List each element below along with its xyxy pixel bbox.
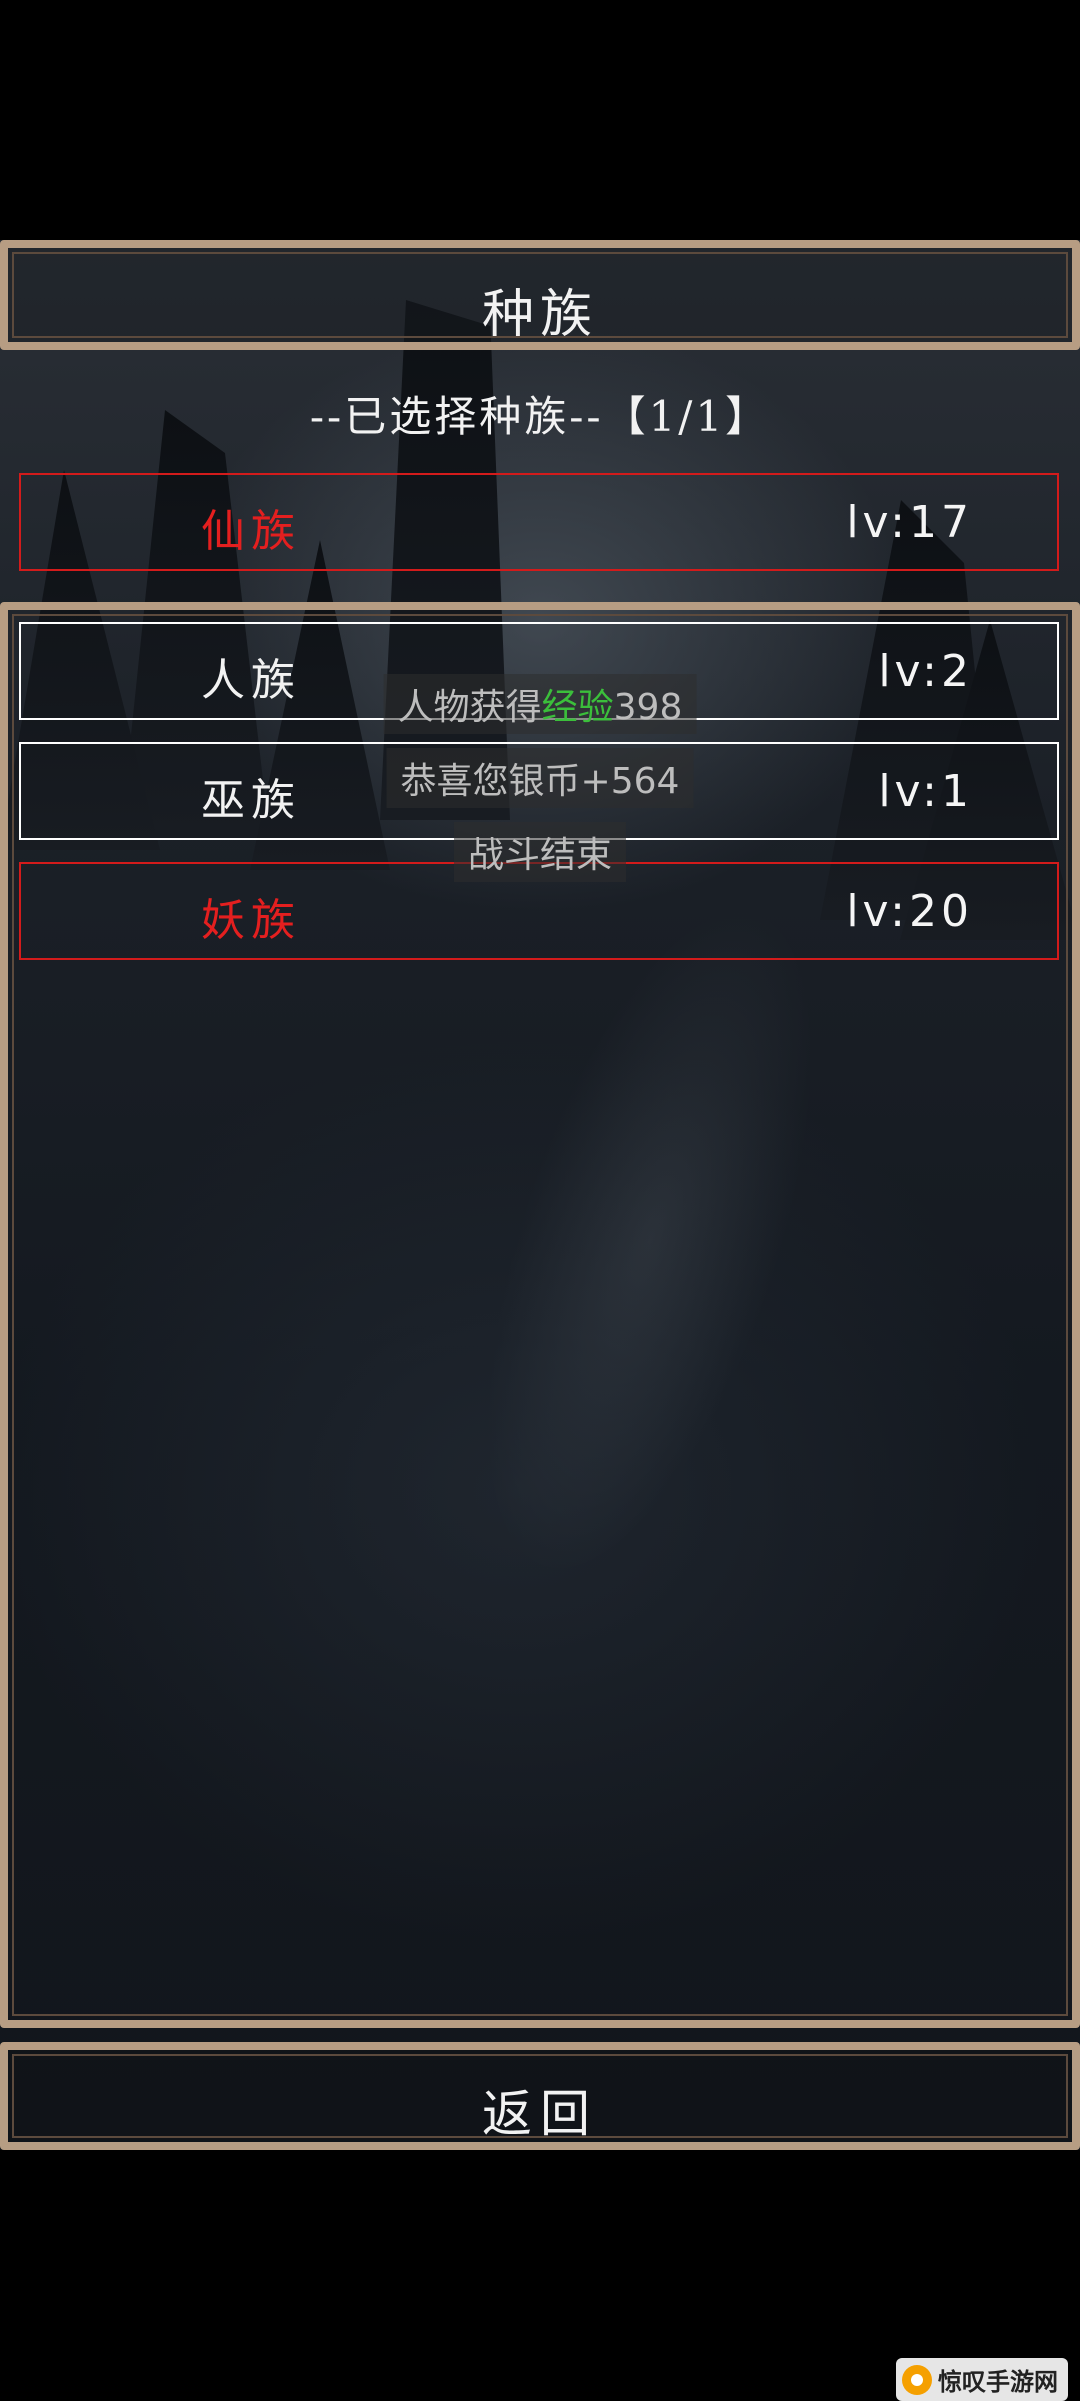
title-bar: 种族 <box>0 240 1080 350</box>
exp-highlight: 经验 <box>541 687 614 728</box>
page-title: 种族 <box>481 285 598 345</box>
watermark: 惊叹手游网 <box>896 2358 1068 2401</box>
exp-gain-toast: 人物获得经验398 <box>383 674 697 734</box>
race-level: lv:17 <box>846 497 973 548</box>
watermark-text: 惊叹手游网 <box>938 2367 1058 2396</box>
exp-prefix: 人物获得 <box>397 687 542 728</box>
race-name: 巫族 <box>201 775 301 826</box>
exp-value: 398 <box>613 687 683 728</box>
race-level: lv:2 <box>878 646 973 697</box>
race-level: lv:20 <box>846 886 973 937</box>
race-level: lv:1 <box>878 766 973 817</box>
selected-count-label: --已选择种族--【1/1】 <box>309 392 771 441</box>
race-name: 人族 <box>201 655 301 706</box>
race-name: 仙族 <box>201 506 301 557</box>
watermark-logo-icon <box>902 2364 932 2395</box>
race-name: 妖族 <box>201 895 301 946</box>
back-button-label: 返回 <box>482 2085 598 2143</box>
selected-race-row[interactable]: 仙族 lv:17 <box>19 473 1059 571</box>
battle-end-toast: 战斗结束 <box>453 822 627 882</box>
back-button[interactable]: 返回 <box>0 2042 1080 2150</box>
silver-gain-toast: 恭喜您银币+564 <box>386 748 694 808</box>
